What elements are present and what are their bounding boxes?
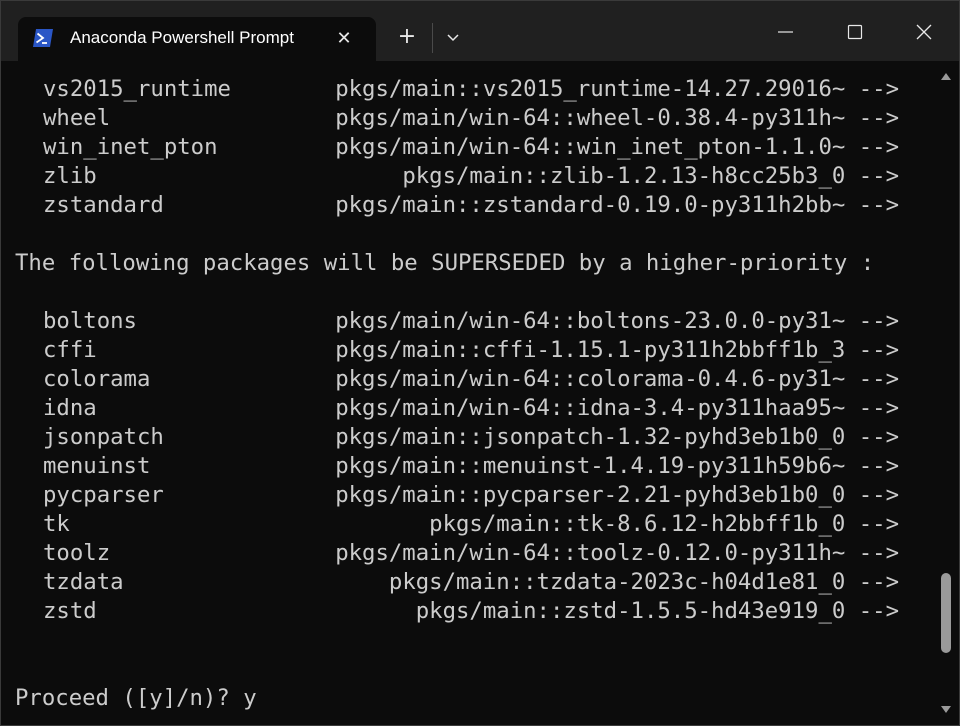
title-bar[interactable]: Anaconda Powershell Prompt ✕ + [1,1,959,61]
scroll-down-arrow-icon[interactable] [940,705,952,715]
powershell-icon [33,29,53,47]
minimize-icon [778,31,793,33]
package-name: wheel [43,105,111,131]
package-spec: pkgs/main::tzdata-2023c-h04d1e81_0 --> [388,569,899,595]
package-spec: pkgs/main/win-64::win_inet_pton-1.1.0~ -… [335,134,899,160]
package-row: cffi pkgs/main::cffi-1.15.1-py311h2bbff1b… [15,336,899,365]
package-spec: pkgs/main::jsonpatch-1.32-pyhd3eb1b0_0 -… [335,424,899,450]
package-name: tk [43,511,70,537]
package-spec: pkgs/main::menuinst-1.4.19-py311h59b6~ -… [335,453,899,479]
package-row: tzdata pkgs/main::tzdata-2023c-h04d1e81_0… [15,568,899,597]
package-row: pycparser pkgs/main::pycparser-2.21-pyhd3… [15,481,899,510]
package-name: vs2015_runtime [43,76,231,102]
package-row: vs2015_runtime pkgs/main::vs2015_runtime-… [15,75,899,104]
scroll-up-arrow-icon[interactable] [940,71,952,81]
maximize-icon [847,24,863,40]
minimize-button[interactable] [751,1,820,61]
close-window-button[interactable] [889,1,958,61]
superseded-header: The following packages will be SUPERSEDE… [15,250,875,276]
package-row: boltons pkgs/main/win-64::boltons-23.0.0-… [15,307,899,336]
close-icon [916,24,932,40]
package-row: colorama pkgs/main/win-64::colorama-0.4.6… [15,365,899,394]
package-spec: pkgs/main/win-64::wheel-0.38.4-py311h~ -… [335,105,899,131]
package-row: toolz pkgs/main/win-64::toolz-0.12.0-py31… [15,539,899,568]
package-name: boltons [43,308,137,334]
package-row: wheel pkgs/main/win-64::wheel-0.38.4-py31… [15,104,899,133]
proceed-prompt: Proceed ([y]/n)? y [15,685,257,711]
terminal-window: Anaconda Powershell Prompt ✕ + vs2015_ru… [0,0,960,726]
package-row: menuinst pkgs/main::menuinst-1.4.19-py311… [15,452,899,481]
package-name: win_inet_pton [43,134,218,160]
tab-divider [432,23,433,53]
scrollbar[interactable] [933,61,959,725]
package-name: idna [43,395,97,421]
package-row: zstandard pkgs/main::zstandard-0.19.0-py3… [15,191,899,220]
package-row: win_inet_pton pkgs/main/win-64::win_inet_… [15,133,899,162]
package-name: zstd [43,598,97,624]
package-spec: pkgs/main::vs2015_runtime-14.27.29016~ -… [335,76,899,102]
maximize-button[interactable] [820,1,889,61]
new-tab-button[interactable]: + [391,21,423,53]
package-spec: pkgs/main/win-64::idna-3.4-py311haa95~ -… [335,395,899,421]
scrollbar-thumb[interactable] [941,573,951,653]
package-spec: pkgs/main::zstd-1.5.5-hd43e919_0 --> [415,598,899,624]
package-row: jsonpatch pkgs/main::jsonpatch-1.32-pyhd3… [15,423,899,452]
tab-dropdown-button[interactable] [438,23,468,53]
package-spec: pkgs/main::pycparser-2.21-pyhd3eb1b0_0 -… [335,482,899,508]
package-row: tk pkgs/main::tk-8.6.12-h2bbff1b_0 --> [15,510,899,539]
package-spec: pkgs/main/win-64::toolz-0.12.0-py311h~ -… [335,540,899,566]
tab-close-icon[interactable]: ✕ [333,28,355,50]
package-row: idna pkgs/main/win-64::idna-3.4-py311haa9… [15,394,899,423]
package-name: colorama [43,366,151,392]
package-name: zstandard [43,192,164,218]
package-spec: pkgs/main::tk-8.6.12-h2bbff1b_0 --> [429,511,899,537]
chevron-down-icon [447,34,459,42]
package-spec: pkgs/main::zstandard-0.19.0-py311h2bb~ -… [335,192,899,218]
package-row: zstd pkgs/main::zstd-1.5.5-hd43e919_0 --> [15,597,899,626]
package-name: menuinst [43,453,151,479]
package-name: cffi [43,337,97,363]
package-name: jsonpatch [43,424,164,450]
tab-anaconda-powershell[interactable]: Anaconda Powershell Prompt ✕ [18,17,376,61]
package-row: zlib pkgs/main::zlib-1.2.13-h8cc25b3_0 --… [15,162,899,191]
package-name: toolz [43,540,111,566]
package-spec: pkgs/main::cffi-1.15.1-py311h2bbff1b_3 -… [335,337,899,363]
terminal-output[interactable]: vs2015_runtime pkgs/main::vs2015_runtime-… [1,61,931,725]
package-spec: pkgs/main/win-64::boltons-23.0.0-py31~ -… [335,308,899,334]
tab-title: Anaconda Powershell Prompt [70,28,294,47]
package-name: zlib [43,163,97,189]
package-name: pycparser [43,482,164,508]
package-name: tzdata [43,569,124,595]
package-spec: pkgs/main/win-64::colorama-0.4.6-py31~ -… [335,366,899,392]
package-spec: pkgs/main::zlib-1.2.13-h8cc25b3_0 --> [402,163,899,189]
